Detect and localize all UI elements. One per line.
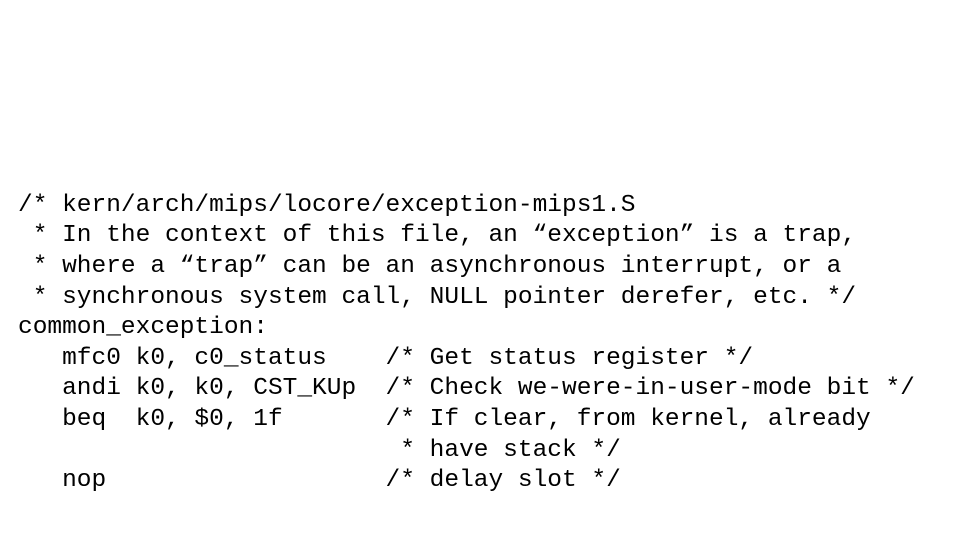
code-line: * where a “trap” can be an asynchronous … (18, 253, 841, 280)
code-line: * In the context of this file, an “excep… (18, 222, 856, 249)
code-line: nop /* delay slot */ (18, 467, 621, 494)
code-line: * synchronous system call, NULL pointer … (18, 284, 856, 311)
code-line: * have stack */ (18, 437, 621, 464)
code-line: /* kern/arch/mips/locore/exception-mips1… (18, 192, 636, 219)
code-line: mfc0 k0, c0_status /* Get status registe… (18, 345, 753, 372)
code-block: /* kern/arch/mips/locore/exception-mips1… (0, 0, 960, 497)
code-line: beq k0, $0, 1f /* If clear, from kernel,… (18, 406, 871, 433)
code-line: andi k0, k0, CST_KUp /* Check we-were-in… (18, 375, 915, 402)
code-line: common_exception: (18, 314, 268, 341)
